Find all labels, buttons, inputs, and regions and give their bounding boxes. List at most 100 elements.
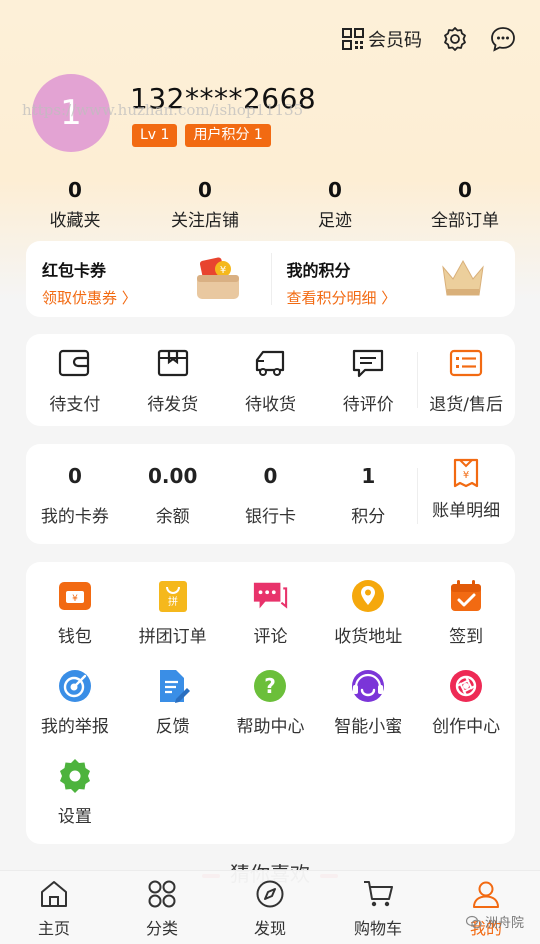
- tool-smart-assistant[interactable]: 智能小蜜: [319, 668, 417, 758]
- red-envelope-wallet-icon: ¥: [196, 257, 239, 299]
- tool-feedback[interactable]: 反馈: [124, 668, 222, 758]
- svg-text:¥: ¥: [463, 470, 469, 481]
- truck-icon: [256, 350, 285, 376]
- tab-mine[interactable]: 我的: [432, 871, 540, 944]
- user-icon: [473, 881, 499, 908]
- points-entry[interactable]: 我的积分 查看积分明细 〉: [270, 241, 516, 317]
- settings-button[interactable]: [440, 24, 470, 54]
- tool-settings[interactable]: 设置: [26, 758, 124, 848]
- asset-bill-details[interactable]: ¥ 账单明细: [417, 458, 515, 524]
- asset-value: 1: [361, 464, 376, 488]
- tab-label: 购物车: [353, 919, 402, 938]
- comment-icon: [353, 349, 384, 378]
- tool-check-in[interactable]: 签到: [417, 578, 515, 668]
- stat-value: 0: [328, 178, 342, 202]
- user-stats: 0 收藏夹 0 关注店铺 0 足迹 0 全部订单: [10, 178, 530, 231]
- tool-label: 签到: [449, 627, 484, 647]
- tool-help-center[interactable]: ? 帮助中心: [222, 668, 320, 758]
- tool-wallet[interactable]: ¥ 钱包: [26, 578, 124, 668]
- order-pending-shipment[interactable]: 待发货: [124, 348, 222, 415]
- top-bar: 会员码: [342, 22, 518, 56]
- tool-reviews[interactable]: 评论: [222, 578, 320, 668]
- order-status-card: 待支付 待发货 待收货 待评价 退货/售后: [26, 334, 515, 426]
- tool-label: 收货地址: [334, 627, 403, 647]
- home-icon: [41, 881, 67, 907]
- crown-icon: [442, 259, 484, 296]
- order-label: 退货/售后: [429, 395, 503, 415]
- tool-label: 创作中心: [432, 717, 501, 737]
- stat-favorites[interactable]: 0 收藏夹: [13, 178, 138, 231]
- asset-points[interactable]: 1 积分: [319, 464, 417, 527]
- report-icon: [58, 670, 91, 702]
- tool-label: 帮助中心: [236, 717, 305, 737]
- tab-label: 分类: [145, 919, 178, 938]
- tool-label: 反馈: [155, 717, 190, 737]
- asset-label: 积分: [351, 507, 386, 527]
- messages-button[interactable]: [488, 24, 518, 54]
- gear-icon: [444, 27, 466, 51]
- stat-label: 收藏夹: [49, 211, 101, 231]
- asset-label: 我的卡券: [40, 507, 109, 527]
- member-code-label: 会员码: [368, 30, 422, 51]
- stat-all-orders[interactable]: 0 全部订单: [403, 178, 528, 231]
- tool-my-reports[interactable]: 我的举报: [26, 668, 124, 758]
- level-badge: Lv 1: [132, 124, 178, 147]
- stat-value: 0: [458, 178, 472, 202]
- return-list-icon: [449, 349, 483, 377]
- wallet-icon: [58, 349, 89, 377]
- svg-text:拼: 拼: [168, 595, 178, 608]
- tool-creation-center[interactable]: 创作中心: [417, 668, 515, 758]
- svg-text:¥: ¥: [219, 265, 225, 276]
- user-badges: Lv 1 用户积分 1: [132, 124, 271, 147]
- tools-card: ¥ 钱包 拼 拼团订单 评论 收货地址 签到 我的举报 反馈 ? 帮助中心 智能…: [26, 562, 515, 844]
- order-pending-receipt[interactable]: 待收货: [222, 348, 320, 415]
- tab-home[interactable]: 主页: [0, 871, 108, 944]
- watermark-text: https://www.huzhan.com/ishop11135: [22, 101, 304, 119]
- stat-value: 0: [198, 178, 212, 202]
- bottom-tab-bar: 主页 分类 发现 购物车 我的: [0, 870, 540, 944]
- stat-value: 0: [68, 178, 82, 202]
- package-icon: [157, 349, 188, 377]
- coupon-entry[interactable]: 红包卡券 领取优惠券 〉 ¥: [26, 241, 271, 317]
- order-pending-payment[interactable]: 待支付: [26, 348, 124, 415]
- corner-mark-text: 洲舟院: [484, 916, 524, 931]
- stat-label: 全部订单: [431, 211, 499, 231]
- group-bag-icon: 拼: [158, 581, 187, 612]
- settings-icon: [59, 759, 90, 793]
- stat-footprints[interactable]: 0 足迹: [273, 178, 398, 231]
- order-label: 待发货: [147, 395, 199, 415]
- tab-category[interactable]: 分类: [108, 871, 216, 944]
- tab-discover[interactable]: 发现: [216, 871, 324, 944]
- asset-label: 账单明细: [432, 501, 501, 521]
- creation-icon: [450, 670, 483, 702]
- tab-cart[interactable]: 购物车: [324, 871, 432, 944]
- qr-code-icon: [342, 28, 364, 50]
- asset-coupons[interactable]: 0 我的卡券: [26, 464, 124, 527]
- order-label: 待支付: [49, 395, 101, 415]
- member-code-button[interactable]: 会员码: [342, 26, 422, 52]
- order-pending-review[interactable]: 待评价: [319, 348, 417, 415]
- order-returns-aftersales[interactable]: 退货/售后: [417, 348, 515, 415]
- corner-watermark: 洲舟院: [465, 912, 524, 931]
- stat-followed-shops[interactable]: 0 关注店铺: [143, 178, 268, 231]
- wallet-icon: ¥: [58, 582, 91, 610]
- category-icon: [148, 880, 176, 908]
- points-badge[interactable]: 用户积分 1: [185, 124, 271, 147]
- tool-shipping-address[interactable]: 收货地址: [319, 578, 417, 668]
- tool-label: 评论: [253, 627, 288, 647]
- order-label: 待收货: [244, 395, 296, 415]
- asset-value: 0: [263, 464, 278, 488]
- asset-bank-cards[interactable]: 0 银行卡: [222, 464, 320, 527]
- assets-card: 0 我的卡券 0.00 余额 0 银行卡 1 积分 ¥ 账单明细: [26, 444, 515, 544]
- tab-label: 发现: [253, 919, 286, 938]
- cart-icon: [364, 881, 393, 907]
- asset-label: 余额: [155, 507, 190, 527]
- bill-icon: ¥: [453, 458, 479, 488]
- tool-group-orders[interactable]: 拼 拼团订单: [124, 578, 222, 668]
- asset-label: 银行卡: [244, 507, 296, 527]
- tool-label: 智能小蜜: [334, 717, 403, 737]
- stat-label: 关注店铺: [171, 211, 239, 231]
- asset-balance[interactable]: 0.00 余额: [124, 464, 222, 527]
- asset-value: 0: [67, 464, 82, 488]
- compass-icon: [256, 880, 284, 908]
